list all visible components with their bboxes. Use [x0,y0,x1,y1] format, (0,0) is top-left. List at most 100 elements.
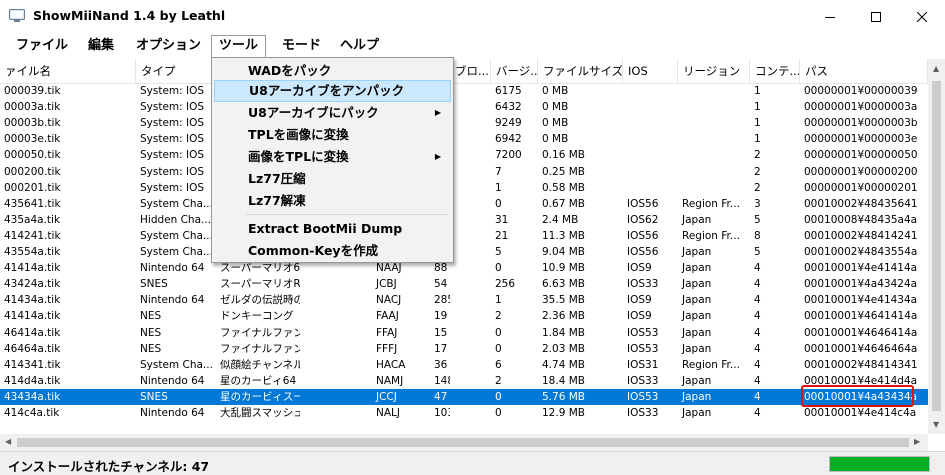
maximize-button[interactable] [853,0,899,33]
cell-col-hidden-1 [300,308,372,324]
cell-col-region [678,83,750,99]
table-row[interactable]: 41414a.tik Nintendo 64 スーパーマリオ64 NAAJ 88 0 10.… [0,260,928,276]
cell-col-hidden-1 [300,292,372,308]
menu-help[interactable]: ヘルプ [333,35,386,57]
vertical-scrollbar[interactable]: ▲ ▼ [928,59,945,434]
cell-col-blocks-2 [450,244,491,260]
table-row[interactable]: 43424a.tik SNES スーパーマリオRPG JCBJ 54 256 6.63 MB… [0,276,928,292]
table-row[interactable]: 435a4a.tik Hidden Cha... 31 2.4 MB IOS62 Japa… [0,212,928,228]
table-row[interactable]: 46414a.tik NES ファイナルファンタジー FFAJ 15 0 1.84 MB IO… [0,325,928,341]
cell-col-blocks: 15 [434,326,448,339]
tools-menu-item-3[interactable]: TPLを画像に変換 [214,124,451,146]
cell-col-blocks-2 [450,196,491,212]
horizontal-scroll-thumb[interactable] [17,438,909,447]
cell-col-ios: IOS9 [627,262,652,275]
cell-col-id: FFAJ [376,326,398,339]
table-row[interactable]: 00003e.tik System: IOS 6942 0 MB 1 00000001¥0… [0,131,928,147]
cell-col-blocks-2 [450,99,491,115]
scroll-left-icon[interactable]: ◀ [5,437,11,446]
tools-menu-item-6[interactable]: Lz77解凍 [214,190,451,212]
cell-col-filename: 000050.tik [4,149,61,162]
progress-fill [830,457,929,471]
table-row[interactable]: 46464a.tik NES ファイナルファンタジーⅢ FFFJ 17 0 2.03 MB I… [0,341,928,357]
table-row[interactable]: 00003a.tik System: IOS 6432 0 MB 1 00000001¥0… [0,99,928,115]
tools-menu-item-5[interactable]: Lz77圧縮 [214,168,451,190]
table-row[interactable]: 414241.tik System Cha... 21 11.3 MB IOS56 Reg… [0,228,928,244]
table-row[interactable]: 000050.tik System: IOS 7200 0.16 MB 2 0000000… [0,147,928,163]
tools-menu-item-2[interactable]: U8アーカイブにパック ▶ [214,102,451,124]
header-col-region[interactable]: リージョン [678,59,750,84]
cell-col-version: 256 [495,278,516,291]
tools-menu-item-4[interactable]: 画像をTPLに変換 ▶ [214,146,451,168]
table-row[interactable]: 000200.tik System: IOS 7 0.25 MB 2 00000001¥0… [0,164,928,180]
cell-col-region: Japan [682,294,712,307]
cell-col-type: NES [140,310,162,323]
tools-menu-item-7[interactable]: Extract BootMii Dump [214,218,451,240]
cell-col-blocks: 285 [434,294,450,307]
table-row[interactable]: 41414a.tik NES ドンキーコング FAAJ 19 2 2.36 MB IOS9 Ja… [0,308,928,324]
table-row[interactable]: 414341.tik System Cha... 似顔絵チャンネル HACA 36 6 4.… [0,357,928,373]
header-col-filename[interactable]: ァイル名 [0,59,136,84]
cell-col-filesize: 18.4 MB [542,374,585,387]
tools-menu-item-1[interactable]: U8アーカイブをアンパック [214,80,451,102]
cell-col-region: Japan [682,262,712,275]
cell-col-path: 00000001¥00000200 [804,165,918,178]
table-row[interactable]: 435641.tik System Cha... 0 0.67 MB IOS56 Regi… [0,196,928,212]
menu-file[interactable]: ファイル [9,35,75,57]
minimize-button[interactable] [807,0,853,33]
cell-col-hidden-1 [300,373,372,389]
channel-list[interactable]: ァイル名 タイプ ブロ... バージ... ファイルサイズ IOS リージョン コンテ... パ… [0,59,928,418]
cell-col-ios [623,115,678,131]
table-row[interactable]: 43554a.tik System Cha... 5 9.04 MB IOS56 Japa… [0,244,928,260]
cell-col-title: ファイナルファンタジーⅢ [220,342,300,355]
header-col-ios[interactable]: IOS [623,59,678,84]
tools-menu-item-label: Lz77圧縮 [248,171,306,186]
cell-col-filename: 00003a.tik [4,101,61,114]
table-row[interactable]: 414d4a.tik Nintendo 64 星のカービィ64 NAMJ 148 2 18.… [0,373,928,389]
cell-col-filename: 000039.tik [4,85,61,97]
cell-col-version: 0 [495,262,502,275]
cell-col-blocks: 19 [434,310,448,323]
scroll-down-icon[interactable]: ▼ [933,420,939,429]
header-col-contents[interactable]: コンテ... [750,59,800,84]
menu-tools[interactable]: ツール [211,35,267,58]
table-row[interactable]: 000039.tik System: IOS 6175 0 MB 1 00000001¥0… [0,83,928,99]
cell-col-type: System: IOS [140,181,205,194]
tools-menu-item-0[interactable]: WADをパック [214,60,451,82]
path-highlight-box [801,385,914,407]
menu-edit[interactable]: 編集 [81,35,121,57]
cell-col-region [678,99,750,115]
header-col-filesize[interactable]: ファイルサイズ [538,59,623,84]
tools-menu-item-8[interactable]: Common-Keyを作成 [214,240,451,262]
menu-options[interactable]: オプション [129,35,208,57]
cell-col-filename: 000200.tik [4,165,61,178]
table-row[interactable]: 414c4a.tik Nintendo 64 大乱闘スマッシュブラザーズ NALJ 10… [0,405,928,418]
header-col-version[interactable]: バージ... [491,59,538,84]
cell-col-blocks-2 [450,292,491,308]
cell-col-type: SNES [140,278,168,291]
table-row[interactable]: 000201.tik System: IOS 1 0.58 MB 2 00000001¥0… [0,180,928,196]
menu-mode[interactable]: モード [275,35,328,57]
scroll-up-icon[interactable]: ▲ [933,64,939,73]
scroll-right-icon[interactable]: ▶ [914,437,920,446]
cell-col-id: FFFJ [376,342,398,355]
cell-col-id: HACA [376,358,406,371]
header-col-blocks-2[interactable]: ブロ... [450,59,491,84]
cell-col-filesize: 2.03 MB [542,342,585,355]
cell-col-ios: IOS53 [627,326,659,339]
cell-col-version: 6942 [495,133,522,146]
table-row[interactable]: 00003b.tik System: IOS 9249 0 MB 1 00000001¥0… [0,115,928,131]
header-col-type[interactable]: タイプ [136,59,216,84]
horizontal-scrollbar[interactable]: ◀ ▶ [0,434,928,451]
vertical-scroll-thumb[interactable] [932,81,941,411]
table-row[interactable]: 41434a.tik Nintendo 64 ゼルダの伝説時のオカリナ NACJ 285… [0,292,928,308]
cell-col-ios: IOS56 [627,229,659,242]
cell-col-id: FAAJ [376,310,399,323]
close-button[interactable] [899,0,945,33]
cell-col-id: JCCJ [376,390,397,403]
table-row-selected[interactable]: 43434a.tik SNES 星のカービィスーパーデラックス JCCJ 47 0 5.76… [0,388,928,405]
cell-col-title: 大乱闘スマッシュブラザーズ [220,407,300,418]
submenu-arrow-icon: ▶ [434,152,441,161]
cell-col-filename: 41434a.tik [4,294,61,307]
header-col-path[interactable]: パス [800,59,928,84]
